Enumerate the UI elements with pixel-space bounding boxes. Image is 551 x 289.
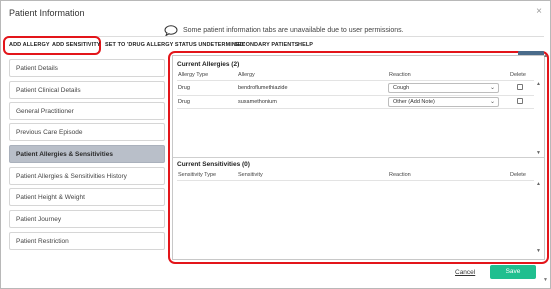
cancel-button[interactable]: Cancel xyxy=(455,269,475,276)
allergies-panel: Current Allergies (2) Allergy Type Aller… xyxy=(172,55,545,260)
chevron-down-icon: ⌄ xyxy=(489,99,495,105)
sidebar-item-patient-clinical-details[interactable]: Patient Clinical Details xyxy=(9,81,165,99)
help-button[interactable]: HELP xyxy=(298,42,313,48)
allergies-scroll-up-icon[interactable]: ▲ xyxy=(536,81,541,87)
reaction-select[interactable]: Other (Add Note) ⌄ xyxy=(388,97,499,107)
add-sensitivity-button[interactable]: ADD SENSITIVITY xyxy=(52,42,101,48)
sensitivities-scroll-down-icon[interactable]: ▼ xyxy=(536,248,541,254)
section-divider xyxy=(173,157,544,158)
dialog-title: Patient Information xyxy=(9,8,85,18)
delete-checkbox[interactable] xyxy=(517,84,523,90)
sidebar-item-allergies-history[interactable]: Patient Allergies & Sensitivities Histor… xyxy=(9,167,165,185)
allergy-name-cell: bendroflumethiazide xyxy=(238,85,288,91)
allergy-header: Allergy xyxy=(238,72,255,78)
dialog-scroll-down-icon[interactable]: ▼ xyxy=(543,277,548,283)
sensitivity-delete-header: Delete xyxy=(510,172,526,178)
allergies-section-title: Current Allergies (2) xyxy=(177,61,240,68)
sidebar-item-height-weight[interactable]: Patient Height & Weight xyxy=(9,188,165,206)
reaction-select[interactable]: Cough ⌄ xyxy=(388,83,499,93)
sidebar-item-patient-details[interactable]: Patient Details xyxy=(9,59,165,77)
allergy-type-cell: Drug xyxy=(178,85,190,91)
sidebar-item-general-practitioner[interactable]: General Practitioner xyxy=(9,102,165,120)
sensitivity-type-header: Sensitivity Type xyxy=(178,172,217,178)
patient-information-dialog: Patient Information × Some patient infor… xyxy=(0,0,551,289)
sidebar-item-patient-restriction[interactable]: Patient Restriction xyxy=(9,232,165,250)
row-divider xyxy=(177,108,534,109)
speech-bubble-icon xyxy=(164,25,178,36)
chevron-down-icon: ⌄ xyxy=(489,85,495,91)
delete-header: Delete xyxy=(510,72,526,78)
allergy-type-header: Allergy Type xyxy=(178,72,209,78)
sidebar-item-previous-care-episode[interactable]: Previous Care Episode xyxy=(9,123,165,141)
sensitivity-header: Sensitivity xyxy=(238,172,263,178)
row-divider xyxy=(177,95,534,96)
add-allergy-button[interactable]: ADD ALLERGY xyxy=(9,42,50,48)
sidebar-item-patient-journey[interactable]: Patient Journey xyxy=(9,210,165,228)
close-icon[interactable]: × xyxy=(536,6,542,17)
secondary-patients-button[interactable]: SECONDARY PATIENTS xyxy=(234,42,299,48)
allergies-scroll-down-icon[interactable]: ▼ xyxy=(536,150,541,156)
sidebar-item-allergies-sensitivities[interactable]: Patient Allergies & Sensitivities xyxy=(9,145,165,163)
delete-checkbox[interactable] xyxy=(517,98,523,104)
permission-notice-text: Some patient information tabs are unavai… xyxy=(183,27,404,34)
save-button[interactable]: Save xyxy=(490,265,536,279)
reaction-select-value: Other (Add Note) xyxy=(393,99,435,105)
reaction-select-value: Cough xyxy=(393,85,410,91)
sensitivities-scroll-up-icon[interactable]: ▲ xyxy=(536,181,541,187)
set-status-undetermined-button[interactable]: SET TO 'DRUG ALLERGY STATUS UNDETERMINED… xyxy=(105,42,245,48)
reaction-header: Reaction xyxy=(389,72,411,78)
row-divider xyxy=(177,180,534,181)
sensitivity-reaction-header: Reaction xyxy=(389,172,411,178)
permission-notice: Some patient information tabs are unavai… xyxy=(164,25,404,36)
allergy-name-cell: suxamethonium xyxy=(238,99,277,105)
dialog-scroll-up-icon[interactable]: ▲ xyxy=(543,53,548,59)
sensitivities-section-title: Current Sensitivities (0) xyxy=(177,161,250,168)
allergy-type-cell: Drug xyxy=(178,99,190,105)
row-divider xyxy=(177,80,534,81)
